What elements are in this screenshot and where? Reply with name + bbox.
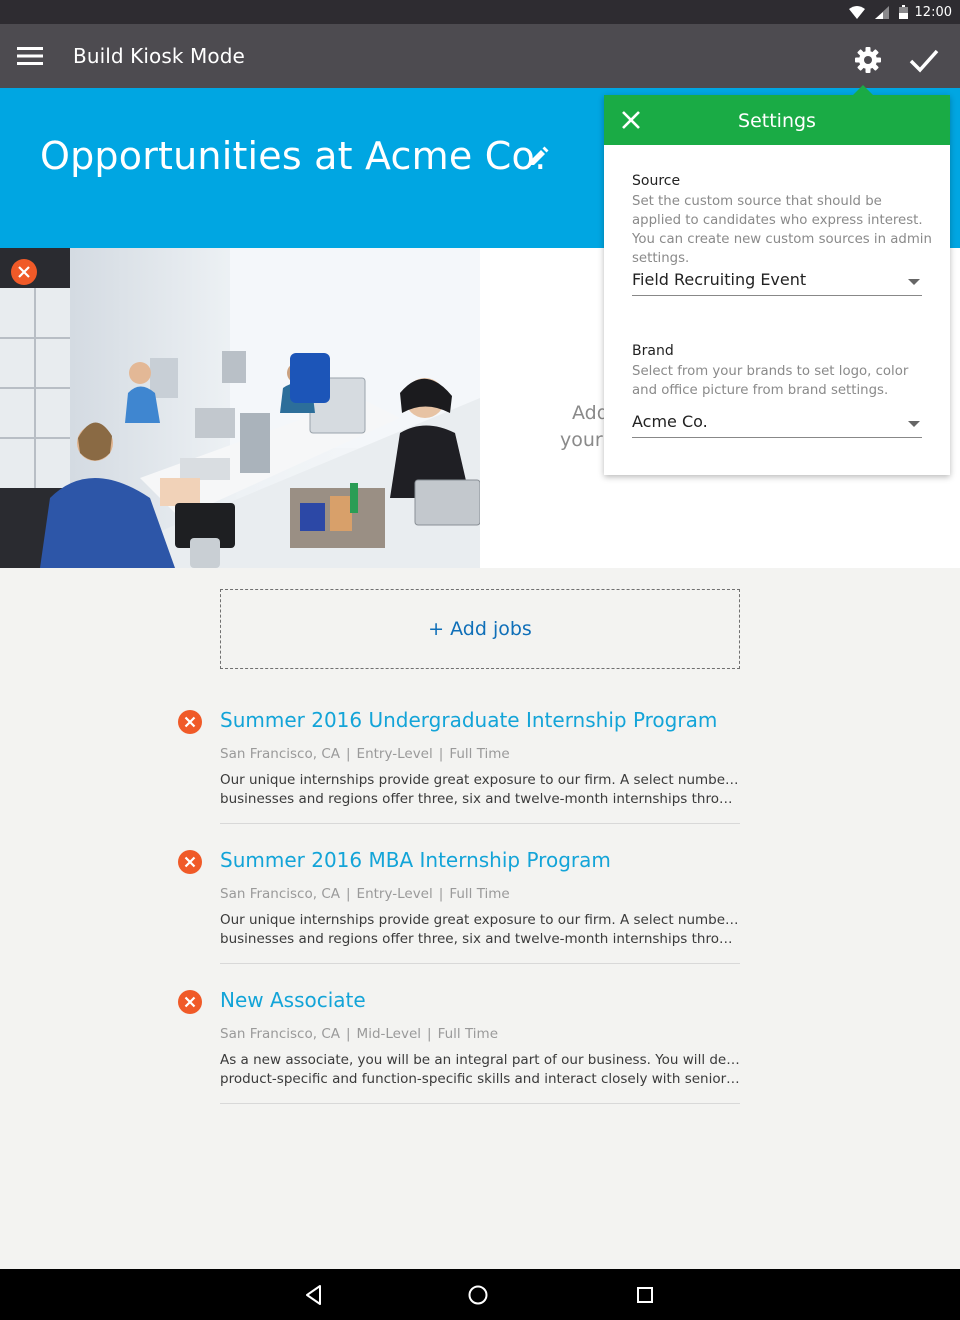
remove-job-button[interactable] [178,710,202,734]
remove-x-icon [184,856,196,868]
job-title-link[interactable]: New Associate [220,988,366,1012]
settings-popup: Settings Source Set the custom source th… [604,85,950,475]
job-title-link[interactable]: Summer 2016 MBA Internship Program [220,848,611,872]
job-meta: San Francisco, CA | Mid-Level | Full Time [220,1026,499,1042]
check-icon[interactable] [908,46,940,74]
source-help-text: Set the custom source that should be app… [632,194,932,266]
app-title: Build Kiosk Mode [73,44,245,68]
wifi-icon [849,5,865,19]
job-level: Entry-Level [356,886,433,902]
gear-icon[interactable] [854,46,882,74]
remove-x-icon [184,996,196,1008]
battery-icon [899,5,908,19]
signal-icon [875,5,889,19]
office-photo [0,248,480,568]
job-type: Full Time [449,886,510,902]
add-jobs-button[interactable]: + Add jobs [220,589,740,669]
job-meta: San Francisco, CA | Entry-Level | Full Time [220,746,510,762]
job-item: New Associate San Francisco, CA | Mid-Leve… [178,988,740,1104]
remove-x-icon [184,716,196,728]
settings-header: Settings [604,95,950,145]
brand-label: Brand [632,343,674,359]
system-nav-bar [0,1269,960,1320]
job-description: As a new associate, you will be an integ… [220,1052,740,1087]
job-level: Entry-Level [356,746,433,762]
job-title-link[interactable]: Summer 2016 Undergraduate Internship Pro… [220,708,717,732]
status-icons [849,5,908,19]
status-bar: 12:00 [0,0,960,24]
remove-job-button[interactable] [178,850,202,874]
app-bar: Build Kiosk Mode [0,24,960,88]
brand-selected-value: Acme Co. [632,412,708,431]
job-type: Full Time [449,746,510,762]
job-meta: San Francisco, CA | Entry-Level | Full Time [220,886,510,902]
chevron-down-icon [908,279,920,285]
job-location: San Francisco, CA [220,886,340,902]
remove-job-button[interactable] [178,990,202,1014]
job-level: Mid-Level [356,1026,422,1042]
pencil-icon[interactable] [527,146,549,168]
source-dropdown[interactable]: Field Recruiting Event [632,266,922,296]
settings-title: Settings [738,110,816,132]
status-time: 12:00 [914,5,952,20]
job-location: San Francisco, CA [220,1026,340,1042]
job-location: San Francisco, CA [220,746,340,762]
source-selected-value: Field Recruiting Event [632,270,807,289]
job-item: Summer 2016 MBA Internship Program San F… [178,848,740,964]
brand-dropdown[interactable]: Acme Co. [632,408,922,438]
job-description: Our unique internships provide great exp… [220,772,740,807]
close-icon [18,266,30,278]
chevron-down-icon [908,421,920,427]
job-description: Our unique internships provide great exp… [220,912,740,947]
brand-help-text: Select from your brands to set logo, col… [632,364,909,398]
source-label: Source [632,173,681,189]
hamburger-menu-icon[interactable] [16,44,44,68]
square-recents-icon[interactable] [633,1283,657,1307]
triangle-back-icon[interactable] [302,1283,326,1307]
job-item: Summer 2016 Undergraduate Internship Pro… [178,708,740,824]
job-type: Full Time [437,1026,499,1042]
remove-photo-button[interactable] [11,259,37,285]
circle-home-icon[interactable] [466,1283,490,1307]
page-title: Opportunities at Acme Co. [40,134,547,178]
